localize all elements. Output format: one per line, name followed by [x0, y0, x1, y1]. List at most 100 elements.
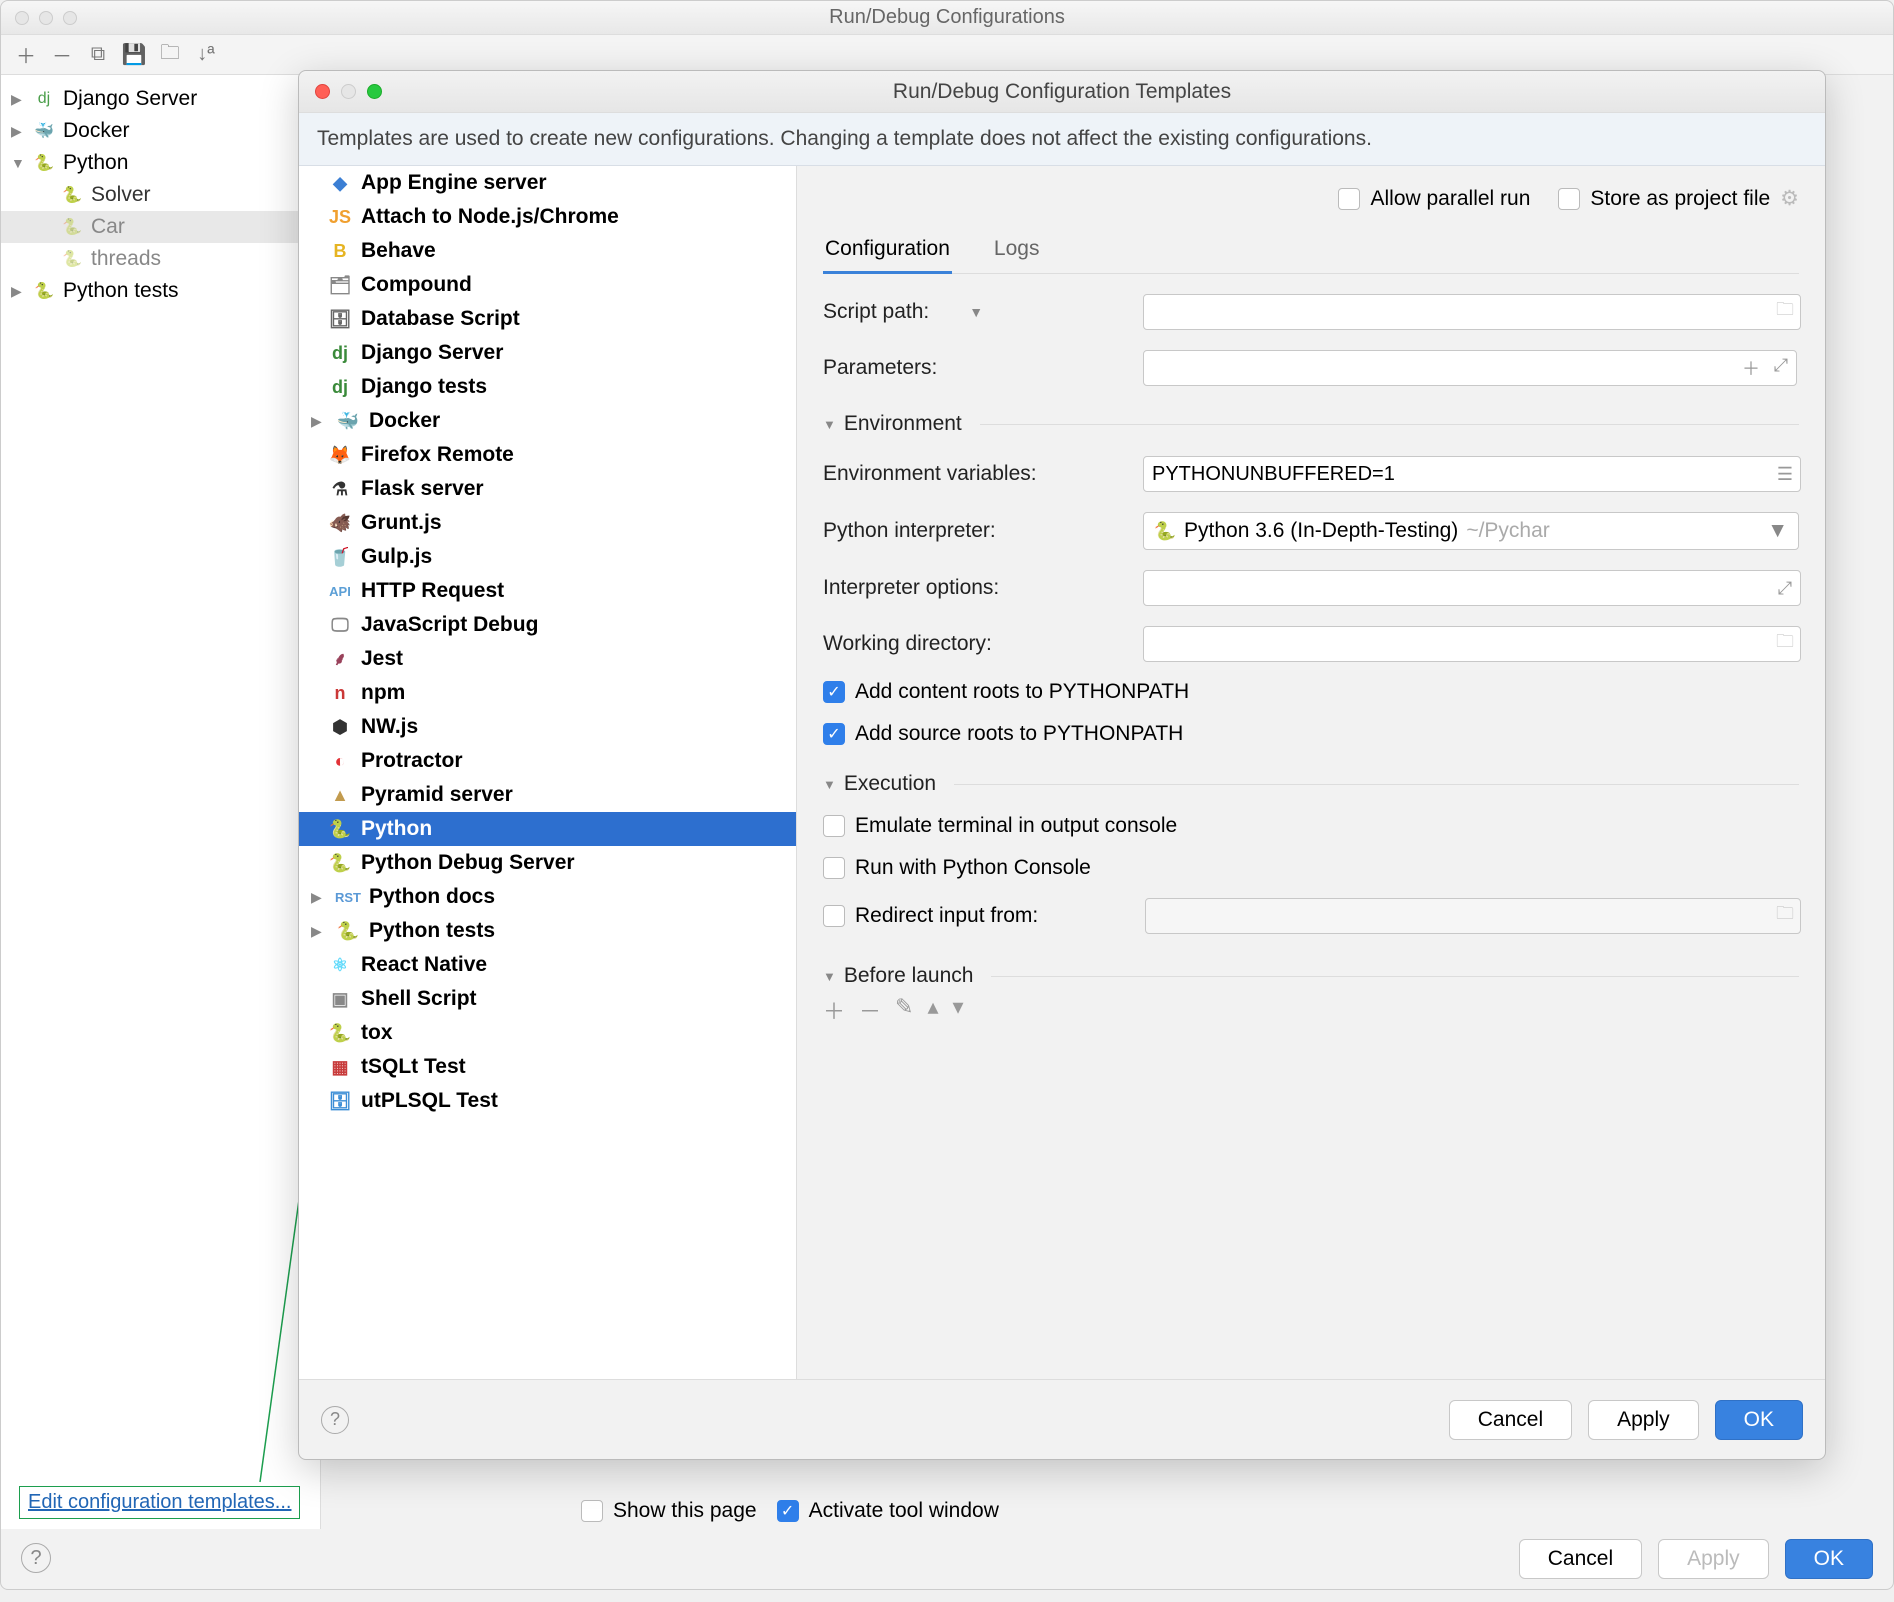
folder-icon[interactable]: 🗀 [1771, 629, 1799, 659]
tpl-behave[interactable]: BBehave [299, 234, 796, 268]
tpl-pyramid[interactable]: ▲Pyramid server [299, 778, 796, 812]
zoom-icon[interactable] [367, 84, 382, 99]
tree-car[interactable]: 🐍Car [1, 211, 320, 243]
interpreter-select[interactable]: 🐍 Python 3.6 (In-Depth-Testing) ~/Pychar… [1143, 512, 1799, 550]
tpl-js-debug[interactable]: 🖵JavaScript Debug [299, 608, 796, 642]
remove-icon[interactable]: － [859, 994, 881, 1026]
modal-ok-button[interactable]: OK [1715, 1400, 1803, 1440]
plus-icon[interactable]: ＋ [1737, 355, 1765, 381]
tab-configuration[interactable]: Configuration [823, 229, 952, 274]
modal-body: ◆App Engine server JSAttach to Node.js/C… [299, 166, 1825, 1379]
tpl-jest[interactable]: ⸙Jest [299, 642, 796, 676]
show-this-page-checkbox[interactable] [581, 1500, 603, 1522]
copy-icon[interactable]: ⧉ [87, 44, 109, 66]
add-icon[interactable]: ＋ [823, 994, 845, 1026]
source-roots-label: Add source roots to PYTHONPATH [855, 722, 1183, 746]
edit-templates-link[interactable]: Edit configuration templates... [19, 1486, 300, 1519]
folder-icon[interactable]: 🗀 [159, 44, 181, 66]
tree-pytests[interactable]: ▶🐍Python tests [1, 275, 320, 307]
interpreter-value: Python 3.6 (In-Depth-Testing) [1184, 519, 1458, 543]
tree-docker[interactable]: ▶🐳Docker [1, 115, 320, 147]
content-roots-checkbox[interactable]: ✓ [823, 681, 845, 703]
env-vars-label: Environment variables: [823, 462, 1143, 486]
tpl-db-script[interactable]: 🗄Database Script [299, 302, 796, 336]
store-project-label: Store as project file [1590, 187, 1770, 211]
parameters-input[interactable] [1143, 350, 1797, 386]
tpl-npm[interactable]: nnpm [299, 676, 796, 710]
modal-apply-button[interactable]: Apply [1588, 1400, 1699, 1440]
tpl-attach-node[interactable]: JSAttach to Node.js/Chrome [299, 200, 796, 234]
tpl-react-native[interactable]: ⚛React Native [299, 948, 796, 982]
content-roots-label: Add content roots to PYTHONPATH [855, 680, 1189, 704]
save-icon[interactable]: 💾 [123, 44, 145, 66]
tpl-compound[interactable]: 🗂Compound [299, 268, 796, 302]
tab-logs[interactable]: Logs [992, 229, 1042, 273]
run-console-label: Run with Python Console [855, 856, 1091, 880]
bg-titlebar: Run/Debug Configurations [1, 1, 1893, 35]
tree-threads[interactable]: 🐍threads [1, 243, 320, 275]
tpl-django-server[interactable]: djDjango Server [299, 336, 796, 370]
bg-apply-button[interactable]: Apply [1658, 1539, 1769, 1579]
add-icon[interactable]: ＋ [15, 44, 37, 66]
run-console-checkbox[interactable] [823, 857, 845, 879]
tpl-django-tests[interactable]: djDjango tests [299, 370, 796, 404]
help-icon[interactable]: ? [21, 1543, 51, 1573]
allow-parallel-checkbox[interactable] [1338, 188, 1360, 210]
down-icon[interactable]: ▾ [953, 994, 964, 1026]
tree-label: Python tests [63, 279, 179, 303]
gear-icon[interactable]: ⚙ [1780, 186, 1799, 211]
tree-python[interactable]: ▼🐍Python [1, 147, 320, 179]
modal-titlebar: Run/Debug Configuration Templates [299, 71, 1825, 113]
tpl-firefox[interactable]: 🦊Firefox Remote [299, 438, 796, 472]
bg-cancel-button[interactable]: Cancel [1519, 1539, 1642, 1579]
activate-tool-window-checkbox[interactable]: ✓ [777, 1500, 799, 1522]
section-toggle-icon[interactable]: ▼ [823, 777, 836, 792]
list-icon[interactable]: ☰ [1771, 464, 1799, 485]
tpl-py-docs[interactable]: ▶RSTPython docs [299, 880, 796, 914]
tpl-tox[interactable]: 🐍tox [299, 1016, 796, 1050]
tpl-shell[interactable]: ▣Shell Script [299, 982, 796, 1016]
script-path-input[interactable] [1143, 294, 1801, 330]
interp-opts-input[interactable] [1143, 570, 1801, 606]
tpl-gulp[interactable]: 🥤Gulp.js [299, 540, 796, 574]
emulate-terminal-checkbox[interactable] [823, 815, 845, 837]
tpl-grunt[interactable]: 🐗Grunt.js [299, 506, 796, 540]
tpl-nwjs[interactable]: ⬢NW.js [299, 710, 796, 744]
tpl-py-debug-server[interactable]: 🐍Python Debug Server [299, 846, 796, 880]
tpl-app-engine[interactable]: ◆App Engine server [299, 166, 796, 200]
tpl-tsqlt[interactable]: ▦tSQLt Test [299, 1050, 796, 1084]
tree-label: Car [91, 215, 125, 239]
source-roots-checkbox[interactable]: ✓ [823, 723, 845, 745]
edit-icon[interactable]: ✎ [895, 994, 913, 1026]
tpl-utplsql[interactable]: 🗄utPLSQL Test [299, 1084, 796, 1118]
up-icon[interactable]: ▴ [927, 994, 938, 1026]
modal-cancel-button[interactable]: Cancel [1449, 1400, 1572, 1440]
workdir-input[interactable] [1143, 626, 1801, 662]
section-toggle-icon[interactable]: ▼ [823, 969, 836, 984]
bg-ok-button[interactable]: OK [1785, 1539, 1873, 1579]
tree-django[interactable]: ▶djDjango Server [1, 83, 320, 115]
chevron-down-icon[interactable]: ▼ [969, 304, 983, 320]
redirect-checkbox[interactable] [823, 905, 845, 927]
tpl-py-tests[interactable]: ▶🐍Python tests [299, 914, 796, 948]
bg-sidebar: ▶djDjango Server ▶🐳Docker ▼🐍Python 🐍Solv… [1, 75, 321, 1529]
tpl-protractor[interactable]: ◐Protractor [299, 744, 796, 778]
env-vars-input[interactable] [1143, 456, 1801, 492]
remove-icon[interactable]: － [51, 44, 73, 66]
tpl-docker[interactable]: ▶🐳Docker [299, 404, 796, 438]
top-toggles: Allow parallel run Store as project file… [823, 186, 1799, 211]
store-project-checkbox[interactable] [1558, 188, 1580, 210]
help-icon[interactable]: ? [321, 1406, 349, 1434]
sort-icon[interactable]: ↓ª [195, 44, 217, 66]
tree-label: Solver [91, 183, 151, 207]
expand-icon[interactable]: ⤢ [1771, 578, 1799, 599]
bg-window-title: Run/Debug Configurations [13, 6, 1881, 29]
tpl-flask[interactable]: ⚗Flask server [299, 472, 796, 506]
tpl-python[interactable]: 🐍Python [299, 812, 796, 846]
expand-icon[interactable]: ⤢ [1767, 355, 1795, 381]
close-icon[interactable] [315, 84, 330, 99]
section-toggle-icon[interactable]: ▼ [823, 417, 836, 432]
tree-solver[interactable]: 🐍Solver [1, 179, 320, 211]
folder-icon[interactable]: 🗀 [1771, 297, 1799, 327]
tpl-http[interactable]: APIHTTP Request [299, 574, 796, 608]
